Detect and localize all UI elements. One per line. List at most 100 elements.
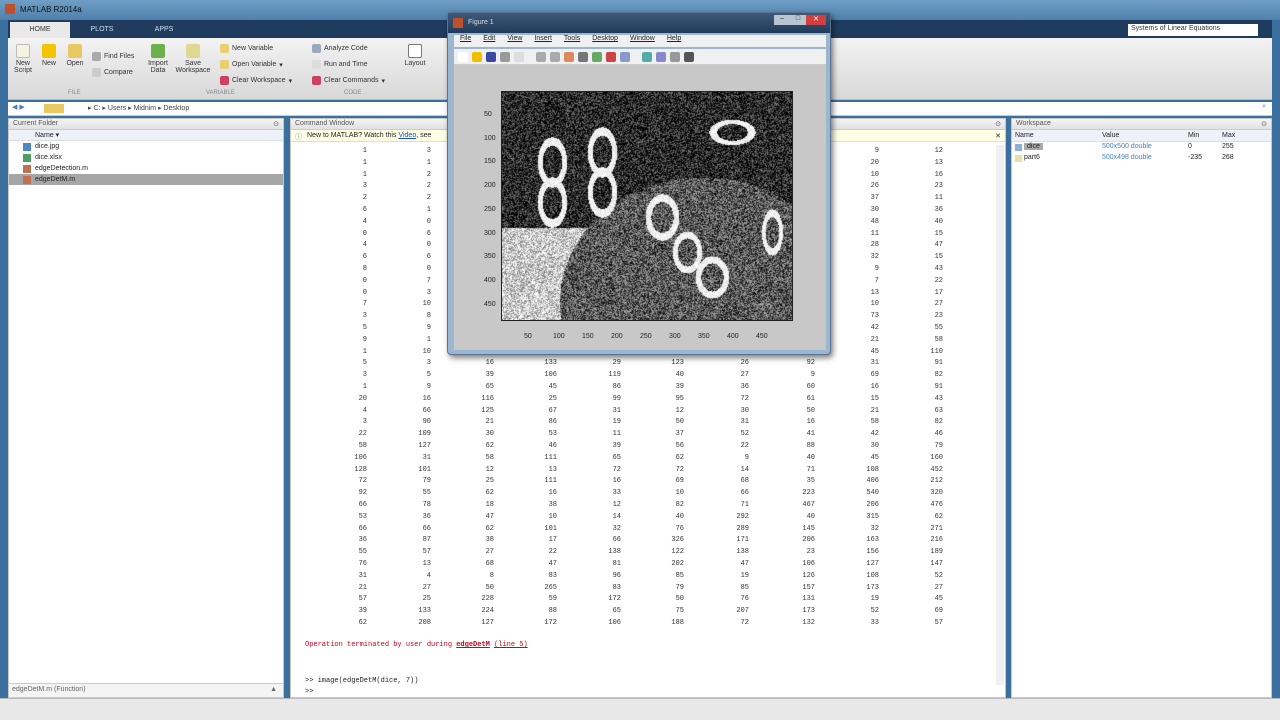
close-notice-icon[interactable]: ✕ (995, 132, 1001, 140)
layout-button[interactable]: Layout (402, 44, 428, 67)
analyze-code-button[interactable]: Analyze Code (312, 44, 368, 53)
zoom-out-icon[interactable] (550, 52, 560, 62)
matrix-cell: 9 (874, 147, 879, 155)
open-file-icon[interactable] (472, 52, 482, 62)
matrix-cell: 40 (675, 371, 684, 380)
new-file-icon[interactable] (458, 52, 468, 62)
breadcrumb-user[interactable]: Midnim (134, 105, 157, 112)
error-line-link[interactable]: (line 5) (494, 641, 528, 649)
menu-tools[interactable]: Tools (564, 35, 580, 42)
save-icon[interactable] (486, 52, 496, 62)
col-min[interactable]: Min (1188, 132, 1199, 139)
matrix-cell: 108 (866, 465, 879, 474)
panel-menu-icon[interactable]: ⊙ (1261, 120, 1267, 128)
video-link[interactable]: Video (398, 132, 416, 139)
run-and-time-button[interactable]: Run and Time (312, 60, 368, 69)
matrix-cell: 72 (740, 619, 749, 627)
command-prompt[interactable]: >> (305, 688, 313, 696)
matrix-cell: 65 (485, 383, 494, 391)
compare-button[interactable]: Compare (92, 68, 133, 77)
breadcrumb-users[interactable]: Users (108, 105, 126, 112)
error-function-link[interactable]: edgeDetM (456, 641, 490, 649)
file-item[interactable]: edgeDetection.m (9, 163, 283, 174)
matrix-cell: 147 (930, 560, 943, 568)
workspace-variable[interactable]: part6 500x498 double -235 268 (1012, 153, 1271, 164)
breadcrumb: ▸ C: ▸ Users ▸ Midnim ▸ Desktop (88, 105, 190, 112)
menu-file[interactable]: File (460, 35, 471, 42)
matrix-cell: 131 (802, 595, 815, 604)
new-button[interactable]: New (38, 44, 60, 67)
close-icon[interactable]: ✕ (806, 15, 826, 25)
hide-tools-icon[interactable] (670, 52, 680, 62)
matrix-cell: 55 (358, 548, 367, 557)
matrix-cell: 36 (422, 512, 431, 521)
tab-apps[interactable]: APPS (134, 22, 194, 38)
documentation-search-input[interactable]: Systems of Linear Equations (1128, 24, 1258, 36)
new-script-button[interactable]: New Script (10, 44, 36, 74)
matrix-cell: 85 (675, 571, 684, 580)
var-max: 268 (1222, 154, 1234, 161)
open-variable-button[interactable]: Open Variable ▾ (220, 60, 283, 69)
file-details-bar[interactable]: edgeDetM.m (Function) ▲ (9, 683, 283, 697)
col-name[interactable]: Name (1015, 132, 1034, 139)
menu-help[interactable]: Help (667, 35, 681, 42)
matrix-cell: 8 (489, 571, 494, 580)
menu-view[interactable]: View (507, 35, 522, 42)
figure-window[interactable]: Figure 1 – □ ✕ File Edit View Insert Tools De… (447, 12, 831, 355)
matrix-cell: 58 (485, 453, 494, 462)
save-workspace-button[interactable]: Save Workspace (174, 44, 212, 74)
expand-details-icon[interactable]: ▲ (270, 686, 277, 693)
breadcrumb-c[interactable]: C: (93, 105, 100, 112)
menu-window[interactable]: Window (630, 35, 655, 42)
menu-desktop[interactable]: Desktop (592, 35, 618, 42)
col-max[interactable]: Max (1222, 132, 1235, 139)
command-scrollbar[interactable] (996, 145, 1004, 685)
file-item[interactable]: edgeDetM.m (9, 174, 283, 185)
find-files-button[interactable]: Find Files (92, 52, 134, 61)
compare-icon (92, 68, 101, 77)
minimize-icon[interactable]: – (774, 15, 790, 25)
tab-plots[interactable]: PLOTS (72, 22, 132, 38)
back-icon[interactable]: ◀ ▶ (12, 103, 25, 111)
workspace-variable[interactable]: dice 500x500 double 0 255 (1012, 142, 1271, 153)
menu-insert[interactable]: Insert (534, 35, 552, 42)
x-tick-label: 250 (640, 333, 652, 340)
open-button[interactable]: Open (64, 44, 86, 67)
figure-menu-bar: File Edit View Insert Tools Desktop Window Help (454, 35, 826, 47)
rotate-3d-icon[interactable] (578, 52, 588, 62)
clear-workspace-button[interactable]: Clear Workspace ▾ (220, 76, 292, 85)
file-item[interactable]: dice.jpg (9, 141, 283, 152)
matrix-cell: 0 (426, 217, 431, 226)
matrix-cell: 3 (362, 371, 367, 380)
print-icon[interactable] (500, 52, 510, 62)
image-axes[interactable] (501, 91, 793, 321)
data-cursor-icon[interactable] (592, 52, 602, 62)
brush-icon[interactable] (606, 52, 616, 62)
matrix-cell: 1 (426, 158, 431, 167)
maximize-icon[interactable]: □ (790, 15, 806, 25)
file-item[interactable]: dice.xlsx (9, 152, 283, 163)
edit-plot-icon[interactable] (514, 52, 524, 62)
matrix-cell: 16 (806, 418, 815, 427)
colorbar-icon[interactable] (642, 52, 652, 62)
link-plot-icon[interactable] (620, 52, 630, 62)
show-tools-icon[interactable] (684, 52, 694, 62)
column-header-name[interactable]: Name ▾ (9, 130, 283, 141)
new-variable-button[interactable]: New Variable (220, 44, 273, 53)
panel-menu-icon[interactable]: ⊙ (273, 120, 279, 128)
matrix-cell: 30 (485, 430, 494, 439)
search-icon[interactable]: ⌕ (1262, 103, 1266, 111)
pan-icon[interactable] (564, 52, 574, 62)
folder-up-icon[interactable] (44, 104, 64, 113)
menu-edit[interactable]: Edit (483, 35, 495, 42)
import-data-button[interactable]: Import Data (146, 44, 170, 74)
clear-commands-button[interactable]: Clear Commands ▾ (312, 76, 385, 85)
zoom-in-icon[interactable] (536, 52, 546, 62)
breadcrumb-desktop[interactable]: Desktop (164, 105, 190, 112)
tab-home[interactable]: HOME (10, 22, 70, 38)
matrix-cell: 19 (612, 418, 621, 427)
figure-title-bar[interactable]: Figure 1 – □ ✕ (448, 13, 830, 33)
legend-icon[interactable] (656, 52, 666, 62)
panel-menu-icon[interactable]: ⊙ (995, 120, 1001, 128)
col-value[interactable]: Value (1102, 132, 1119, 139)
